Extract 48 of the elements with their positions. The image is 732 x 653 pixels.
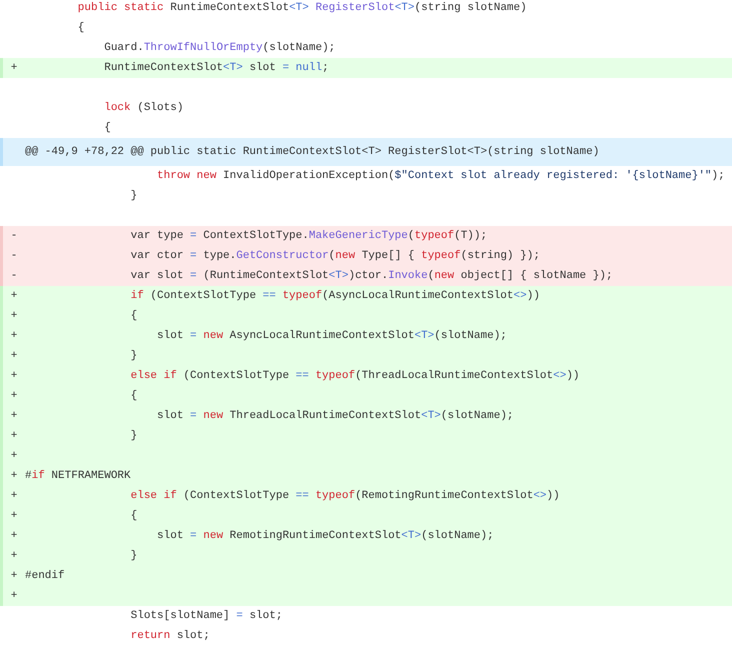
diff-sign: -	[10, 270, 18, 282]
diff-sign: +	[10, 590, 18, 602]
code-line: }	[130, 430, 138, 442]
code-line: {	[76, 22, 84, 34]
code-line: }	[130, 190, 138, 202]
code-line: Guard.ThrowIfNullOrEmpty(slotName);	[103, 42, 336, 54]
diff-sign: +	[10, 290, 18, 302]
code-line: return slot;	[130, 630, 210, 642]
diff-sign: +	[10, 570, 18, 582]
diff-sign: -	[10, 230, 18, 242]
diff-sign: +	[10, 350, 18, 362]
diff-sign: +	[10, 470, 18, 482]
diff-sign: +	[10, 450, 18, 462]
diff-sign: +	[10, 62, 18, 74]
code-line: Slots[slotName] = slot;	[130, 610, 282, 622]
code-line: var slot = (RuntimeContextSlot<T>)ctor.Invoke(new object[] { slotName });	[130, 270, 613, 282]
code-line: throw new InvalidOperationException($"Context slot already registered: '{slotName}'");	[156, 170, 725, 182]
code-line: {	[130, 510, 138, 522]
code-line: {	[103, 122, 111, 134]
diff-sign: +	[10, 370, 18, 382]
diff-sign: +	[10, 550, 18, 562]
code-line: public static RuntimeContextSlot<T> RegisterSlot<T>(string slotName)	[76, 2, 527, 14]
code-line: #endif	[25, 570, 65, 582]
diff-sign: -	[10, 250, 18, 262]
code-line: }	[130, 350, 138, 362]
code-line: var type = ContextSlotType.MakeGenericType(typeof(T));	[130, 230, 488, 242]
code-line: {	[130, 310, 138, 322]
diff-sign: +	[10, 330, 18, 342]
code-line: var ctor = type.GetConstructor(new Type[] { typeof(string) });	[130, 250, 540, 262]
code-line: slot = new AsyncLocalRuntimeContextSlot<T>(slotName);	[156, 330, 507, 342]
code-line: slot = new RemotingRuntimeContextSlot<T>(slotName);	[156, 530, 494, 542]
code-line: lock (Slots)	[103, 102, 184, 114]
diff-sign: +	[10, 430, 18, 442]
code-line: slot = new ThreadLocalRuntimeContextSlot<T>(slotName);	[156, 410, 514, 422]
code-line: }	[130, 550, 138, 562]
code-line: if (ContextSlotType == typeof(AsyncLocalRuntimeContextSlot<>))	[130, 290, 540, 302]
diff-sign: +	[10, 530, 18, 542]
hunk-header: @@ -49,9 +78,22 @@ public static RuntimeContextSlot<T> RegisterSlot<T>(string slotName)	[0, 138, 732, 166]
diff-sign: +	[10, 510, 18, 522]
code-line: #if NETFRAMEWORK	[25, 470, 131, 482]
code-line: else if (ContextSlotType == typeof(RemotingRuntimeContextSlot<>))	[130, 490, 560, 502]
diff-sign: +	[10, 310, 18, 322]
code-line: else if (ContextSlotType == typeof(ThreadLocalRuntimeContextSlot<>))	[130, 370, 580, 382]
code-line: RuntimeContextSlot<T> slot = null;	[103, 62, 329, 74]
diff-sign: +	[10, 490, 18, 502]
diff-sign: +	[10, 410, 18, 422]
diff-sign: +	[10, 390, 18, 402]
code-line: {	[130, 390, 138, 402]
